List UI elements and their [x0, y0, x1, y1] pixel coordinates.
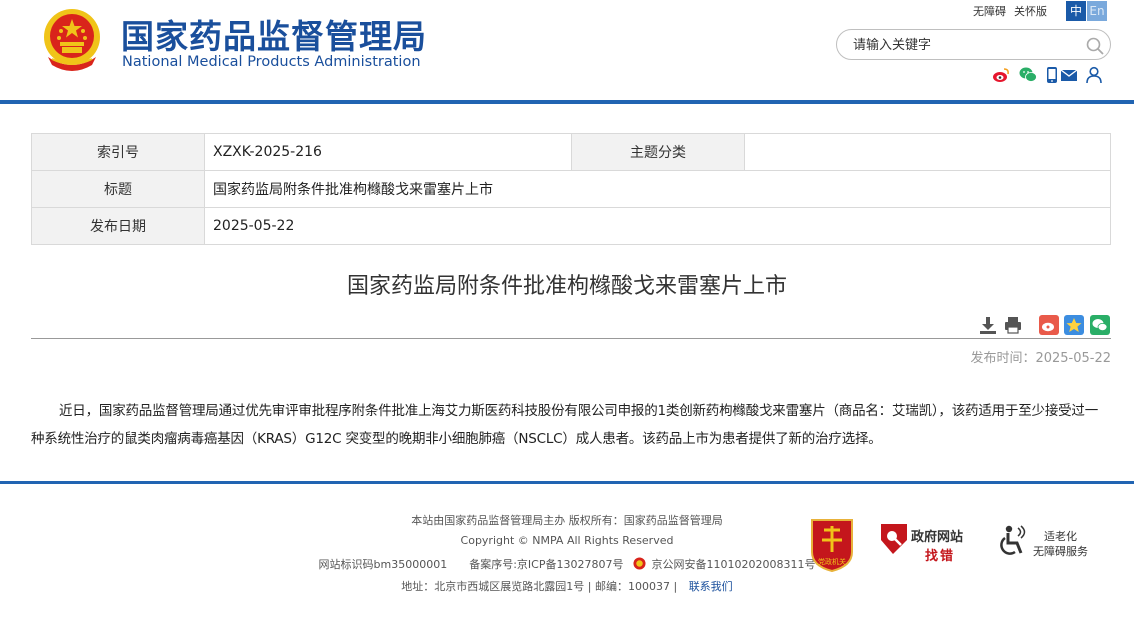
topic-value — [744, 133, 1111, 171]
footer-copyright: Copyright © NMPA All Rights Reserved — [460, 534, 674, 547]
index-label: 索引号 — [31, 133, 205, 171]
gov-site-label[interactable]: 政府网站 — [911, 526, 963, 545]
date-label: 发布日期 — [31, 207, 205, 245]
accessibility-icon[interactable] — [998, 524, 1028, 558]
title-label: 标题 — [31, 170, 205, 208]
party-badge-icon[interactable]: 党政机关 — [808, 516, 856, 572]
share-weibo-icon[interactable] — [1039, 315, 1059, 335]
site-title-cn: 国家药品监督管理局 — [121, 17, 427, 56]
article-body: 近日，国家药品监督管理局通过优先审评审批程序附条件批准上海艾力斯医药科技股份有限… — [31, 403, 1099, 447]
footer-divider — [0, 481, 1134, 484]
elder-friendly-label[interactable]: 适老化 — [1044, 528, 1077, 544]
topic-label: 主题分类 — [571, 133, 745, 171]
lang-en-button[interactable]: En — [1087, 1, 1107, 21]
police-icon — [633, 557, 646, 570]
site-title-en: National Medical Products Administration — [122, 54, 421, 70]
table-row: 发布日期 2025-05-22 — [31, 207, 1111, 245]
weibo-icon[interactable] — [992, 66, 1010, 84]
accessibility-link[interactable]: 无障碍 — [973, 5, 1006, 18]
publish-time: 发布时间：2025-05-22 — [970, 351, 1111, 366]
article-divider — [31, 338, 1111, 339]
download-icon[interactable] — [978, 315, 998, 335]
mail-icon[interactable] — [1060, 66, 1078, 84]
contact-us-link[interactable]: 联系我们 — [689, 580, 733, 593]
lang-zh-button[interactable]: 中 — [1066, 1, 1086, 21]
site-header: 国家药品监督管理局 National Medical Products Admi… — [0, 0, 1134, 100]
info-table: 索引号 XZXK-2025-216 主题分类 标题 国家药监局附条件批准枸橼酸戈… — [31, 133, 1111, 245]
footer-sponsor: 本站由国家药品监督管理局主办 版权所有：国家药品监督管理局 — [411, 514, 723, 527]
search-input[interactable] — [853, 36, 1073, 54]
gov-error-icon[interactable] — [879, 522, 909, 558]
elder-mode-link[interactable]: 关怀版 — [1014, 5, 1047, 18]
emblem-icon — [44, 9, 100, 71]
top-links: 无障碍 关怀版 — [973, 3, 1055, 19]
footer-police[interactable]: 京公网安备11010202008311号 — [651, 558, 815, 571]
gov-error-label[interactable]: 找错 — [925, 545, 955, 564]
wechat-icon[interactable] — [1019, 66, 1037, 84]
footer-address: 地址：北京市西城区展览路北露园1号 | 邮编：100037 | — [401, 580, 678, 593]
search-box — [836, 29, 1111, 60]
party-badge-text: 党政机关 — [818, 557, 846, 566]
title-value: 国家药监局附条件批准枸橼酸戈来雷塞片上市 — [204, 170, 1111, 208]
print-icon[interactable] — [1003, 315, 1023, 335]
share-qzone-icon[interactable] — [1064, 315, 1084, 335]
user-icon[interactable] — [1085, 66, 1103, 84]
accessibility-service-label[interactable]: 无障碍服务 — [1033, 543, 1088, 559]
search-icon[interactable] — [1085, 36, 1105, 56]
footer-registration: 网站标识码bm35000001 备案序号:京ICP备13027807号 京公网安… — [0, 556, 1134, 572]
share-wechat-icon[interactable] — [1090, 315, 1110, 335]
table-row: 索引号 XZXK-2025-216 主题分类 — [31, 133, 1111, 171]
date-value: 2025-05-22 — [204, 207, 1111, 245]
article-title: 国家药监局附条件批准枸橼酸戈来雷塞片上市 — [346, 274, 787, 299]
header-divider — [0, 100, 1134, 104]
mobile-icon[interactable] — [1043, 66, 1061, 84]
footer-icp: 网站标识码bm35000001 备案序号:京ICP备13027807号 — [318, 558, 624, 571]
footer-address-row: 地址：北京市西城区展览路北露园1号 | 邮编：100037 | 联系我们 — [0, 578, 1134, 594]
table-row: 标题 国家药监局附条件批准枸橼酸戈来雷塞片上市 — [31, 170, 1111, 208]
index-value: XZXK-2025-216 — [204, 133, 572, 171]
